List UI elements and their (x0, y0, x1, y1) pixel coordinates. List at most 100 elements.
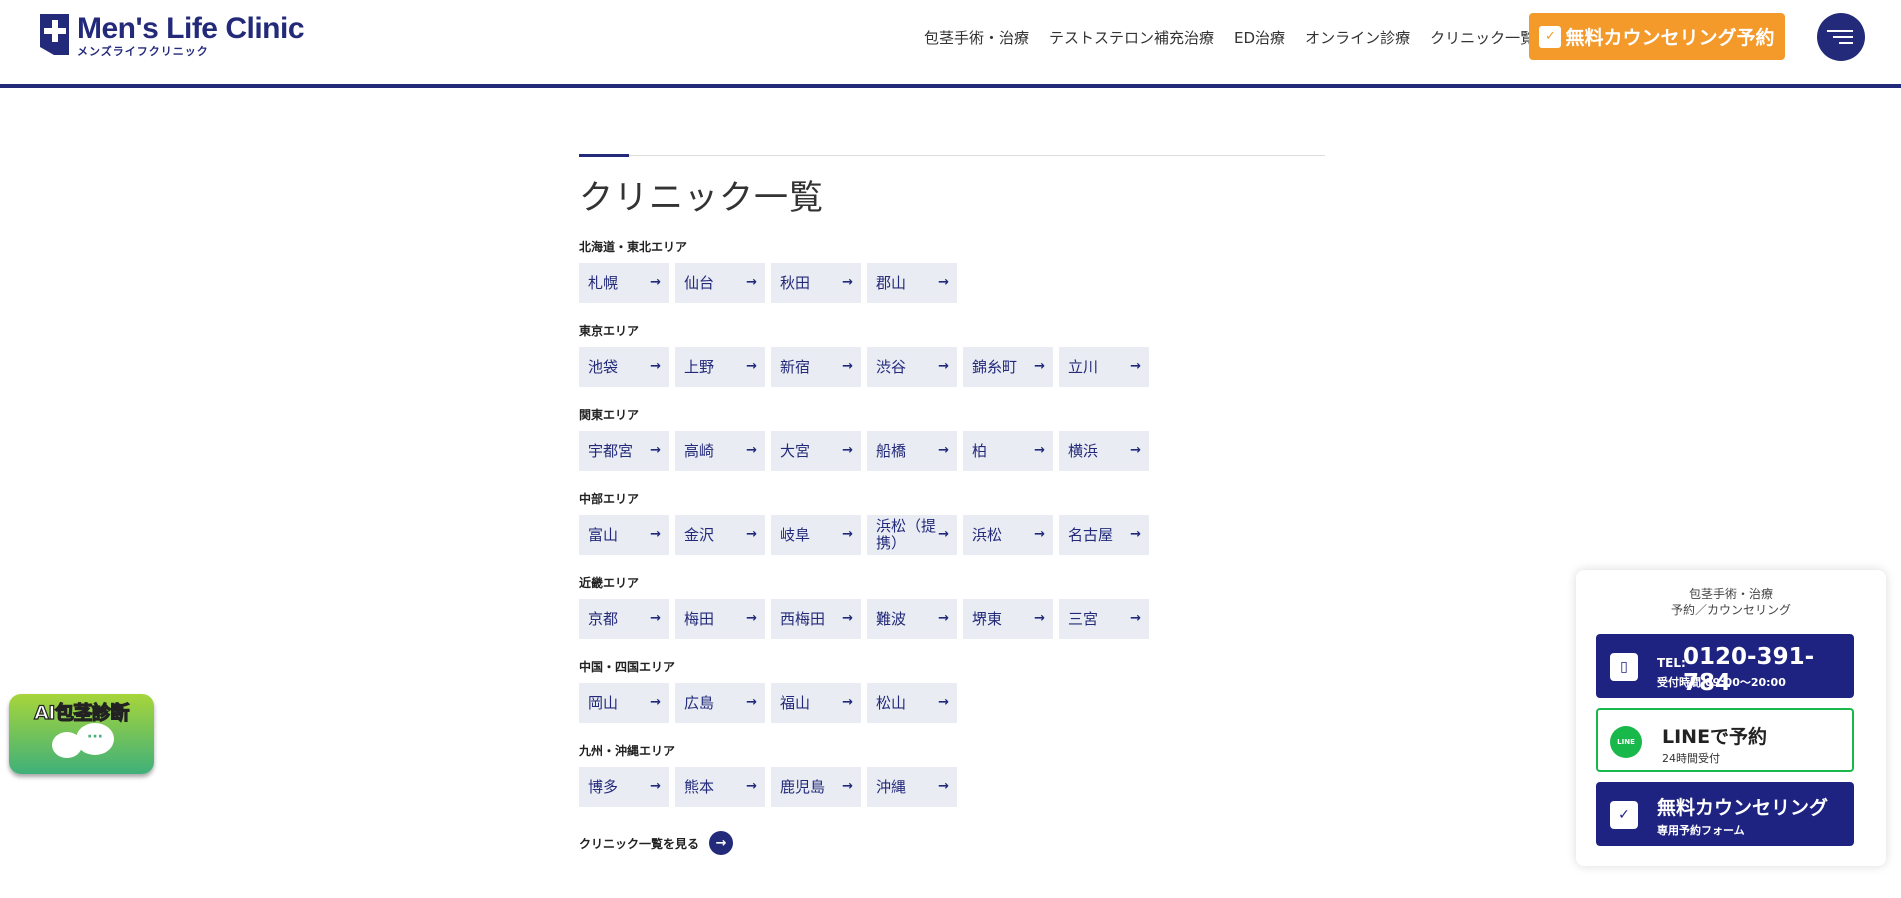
nav-item-phimosis[interactable]: 包茎手術・治療 (924, 27, 1029, 48)
clinic-link[interactable]: 上野 → (675, 347, 765, 387)
arrow-right-icon: → (746, 359, 757, 374)
clinic-link[interactable]: 沖縄 → (867, 767, 957, 807)
clinic-link[interactable]: 松山 → (867, 683, 957, 723)
clinic-link[interactable]: 熊本 → (675, 767, 765, 807)
nav-item-clinics[interactable]: クリニック一覧 (1430, 27, 1535, 48)
clinic-link[interactable]: 横浜 → (1059, 431, 1149, 471)
clinic-link[interactable]: 郡山 → (867, 263, 957, 303)
region-group: 近畿エリア 京都 → 梅田 → 西梅田 → 難波 → 堺東 → 三宮 → (579, 574, 1155, 639)
clinic-link[interactable]: 新宿 → (771, 347, 861, 387)
see-all-clinics-link[interactable]: クリニック一覧を見る → (579, 831, 734, 855)
arrow-right-icon: → (842, 779, 853, 794)
calendar-check-icon: ✓ (1610, 801, 1638, 829)
clinic-name: 郡山 (876, 273, 907, 292)
clinic-link[interactable]: 岐阜 → (771, 515, 861, 555)
clinic-link[interactable]: 京都 → (579, 599, 669, 639)
widget-heading-line2: 予約／カウンセリング (1670, 603, 1791, 617)
clinic-link[interactable]: 宇都宮 → (579, 431, 669, 471)
clinic-link[interactable]: 浜松 → (963, 515, 1053, 555)
arrow-right-icon: → (938, 275, 949, 290)
clinic-link[interactable]: 博多 → (579, 767, 669, 807)
clinic-link[interactable]: 浜松（提携） → (867, 515, 957, 555)
clinic-link[interactable]: 立川 → (1059, 347, 1149, 387)
clinic-name: 浜松（提携） (876, 517, 937, 552)
clinic-link[interactable]: 富山 → (579, 515, 669, 555)
region-group: 中部エリア 富山 → 金沢 → 岐阜 → 浜松（提携） → 浜松 → 名古屋 → (579, 490, 1155, 555)
tel-button[interactable]: ▯ TEL: 0120-391-784 受付時間 09:00〜20:00 (1596, 634, 1854, 698)
clinic-link[interactable]: 鹿児島 → (771, 767, 861, 807)
chat-bubble-icon: ··· (76, 723, 114, 755)
ai-diagnosis-badge[interactable]: AI包茎診断 ··· (9, 694, 154, 774)
hamburger-menu-button[interactable] (1817, 13, 1865, 61)
clinic-link[interactable]: 広島 → (675, 683, 765, 723)
clinic-link[interactable]: 大宮 → (771, 431, 861, 471)
nav-item-ed[interactable]: ED治療 (1234, 27, 1285, 48)
clinic-name: 大宮 (780, 441, 811, 460)
clinic-link[interactable]: 梅田 → (675, 599, 765, 639)
arrow-right-icon: → (938, 695, 949, 710)
clinic-link[interactable]: 札幌 → (579, 263, 669, 303)
free-counseling-label: 無料カウンセリング予約 (1565, 27, 1775, 49)
line-icon: LINE (1610, 726, 1642, 758)
arrow-right-icon: → (1034, 359, 1045, 374)
line-sub: 24時間受付 (1662, 752, 1720, 765)
clinic-link[interactable]: 西梅田 → (771, 599, 861, 639)
clinic-name: 船橋 (876, 441, 907, 460)
site-header: Men's Life Clinic メンズライフクリニック 包茎手術・治療 テス… (0, 0, 1901, 88)
arrow-right-icon: → (938, 359, 949, 374)
clinic-name: 仙台 (684, 273, 715, 292)
clinic-link[interactable]: 名古屋 → (1059, 515, 1149, 555)
arrow-right-icon: → (842, 275, 853, 290)
logo-cross-icon (40, 14, 69, 55)
clinic-link[interactable]: 秋田 → (771, 263, 861, 303)
clinic-name: 熊本 (684, 777, 715, 796)
clinic-link[interactable]: 船橋 → (867, 431, 957, 471)
region-group: 北海道・東北エリア 札幌 → 仙台 → 秋田 → 郡山 → (579, 238, 963, 303)
clinic-name: 鹿児島 (780, 777, 826, 796)
clinic-link[interactable]: 仙台 → (675, 263, 765, 303)
free-counseling-button[interactable]: ✓ 無料カウンセリング予約 (1529, 13, 1785, 60)
counseling-form-button[interactable]: ✓ 無料カウンセリング 専用予約フォーム (1596, 782, 1854, 846)
clinic-link[interactable]: 金沢 → (675, 515, 765, 555)
clinic-chip-row: 池袋 → 上野 → 新宿 → 渋谷 → 錦糸町 → 立川 → (579, 347, 1155, 387)
arrow-right-icon: → (938, 527, 949, 542)
line-reservation-button[interactable]: LINE LINEで予約 24時間受付 (1596, 708, 1854, 772)
clinic-link[interactable]: 錦糸町 → (963, 347, 1053, 387)
clinic-link[interactable]: 柏 → (963, 431, 1053, 471)
logo[interactable]: Men's Life Clinic メンズライフクリニック (40, 14, 305, 57)
region-label: 北海道・東北エリア (579, 240, 688, 254)
clinic-link[interactable]: 高崎 → (675, 431, 765, 471)
tel-hours: 受付時間 09:00〜20:00 (1657, 676, 1786, 689)
clinic-name: 難波 (876, 609, 907, 628)
clinic-name: 松山 (876, 693, 907, 712)
clinic-link[interactable]: 池袋 → (579, 347, 669, 387)
clinic-link[interactable]: 渋谷 → (867, 347, 957, 387)
clinic-name: 秋田 (780, 273, 811, 292)
region-group: 中国・四国エリア 岡山 → 広島 → 福山 → 松山 → (579, 658, 963, 723)
nav-item-testosterone[interactable]: テストステロン補充治療 (1049, 27, 1214, 48)
clinic-name: 広島 (684, 693, 715, 712)
nav-item-online[interactable]: オンライン診療 (1305, 27, 1410, 48)
clinic-link[interactable]: 堺東 → (963, 599, 1053, 639)
tel-prefix: TEL: (1657, 656, 1686, 670)
clinic-name: 上野 (684, 357, 715, 376)
clinic-link[interactable]: 岡山 → (579, 683, 669, 723)
arrow-right-icon: → (1130, 359, 1141, 374)
arrow-right-icon: → (746, 611, 757, 626)
clinic-name: 宇都宮 (588, 441, 634, 460)
arrow-right-icon: → (746, 527, 757, 542)
arrow-right-icon: → (650, 443, 661, 458)
clinic-chip-row: 博多 → 熊本 → 鹿児島 → 沖縄 → (579, 767, 963, 807)
clinic-link[interactable]: 三宮 → (1059, 599, 1149, 639)
clinic-name: 福山 (780, 693, 811, 712)
clinic-link[interactable]: 難波 → (867, 599, 957, 639)
arrow-right-icon: → (650, 527, 661, 542)
main-nav: 包茎手術・治療 テストステロン補充治療 ED治療 オンライン診療 クリニック一覧 (924, 27, 1555, 48)
clinic-chip-row: 富山 → 金沢 → 岐阜 → 浜松（提携） → 浜松 → 名古屋 → (579, 515, 1155, 555)
region-group: 関東エリア 宇都宮 → 高崎 → 大宮 → 船橋 → 柏 → 横浜 → (579, 406, 1155, 471)
arrow-right-icon: → (842, 611, 853, 626)
clinic-name: 横浜 (1068, 441, 1099, 460)
reservation-widget: 包茎手術・治療 予約／カウンセリング ▯ TEL: 0120-391-784 受… (1576, 570, 1886, 866)
region-label: 九州・沖縄エリア (579, 744, 676, 758)
clinic-link[interactable]: 福山 → (771, 683, 861, 723)
